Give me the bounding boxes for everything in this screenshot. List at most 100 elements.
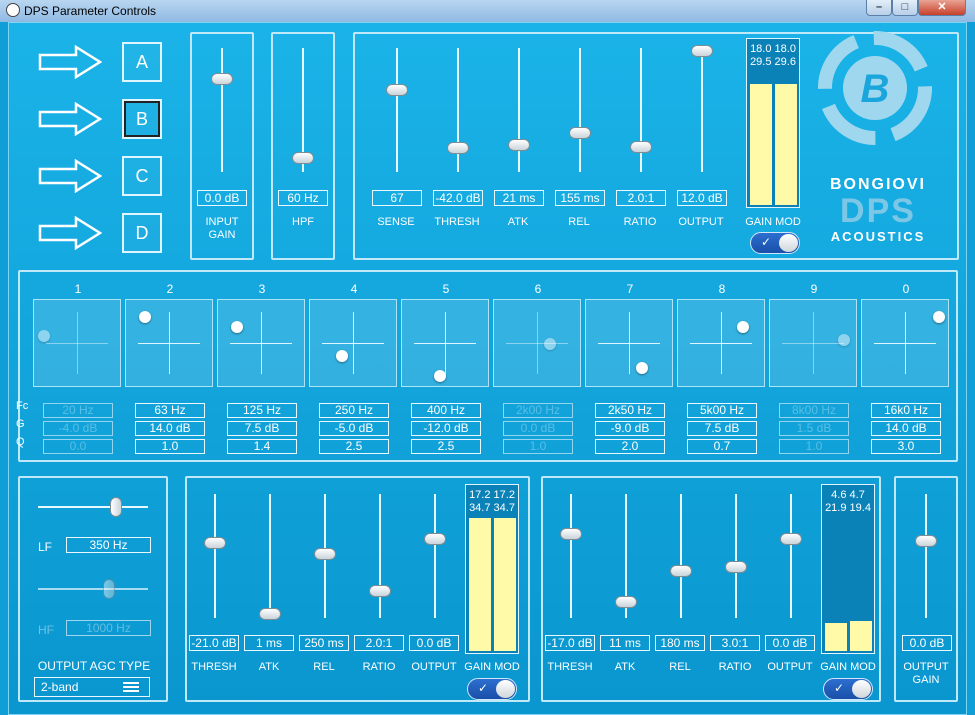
lfcomp-thresh-value[interactable]: -21.0 dB (189, 635, 239, 651)
hfcomp-ratio-slider-knob[interactable] (725, 561, 747, 573)
hpf-value[interactable]: 60 Hz (278, 190, 328, 206)
eq-band-xy-pad[interactable] (861, 299, 949, 387)
close-button[interactable]: ✕ (918, 0, 966, 16)
preset-b-button[interactable]: B (122, 99, 162, 139)
eq-band-gain[interactable]: 14.0 dB (135, 421, 205, 436)
thresh-slider-knob[interactable] (447, 142, 469, 154)
eq-band-fc[interactable]: 250 Hz (319, 403, 389, 418)
lfcomp-atk-value[interactable]: 1 ms (244, 635, 294, 651)
hfcomp-ratio-value[interactable]: 3.0:1 (710, 635, 760, 651)
eq-band-handle[interactable] (636, 362, 648, 374)
eq-band-gain[interactable]: 0.0 dB (503, 421, 573, 436)
eq-band-gain[interactable]: 14.0 dB (871, 421, 941, 436)
hfcomp-atk-slider-knob[interactable] (615, 596, 637, 608)
hfcomp-rel-slider-track[interactable] (680, 494, 682, 618)
eq-band-gain[interactable]: 7.5 dB (227, 421, 297, 436)
eq-band-gain[interactable]: -4.0 dB (43, 421, 113, 436)
hfcomp-output-slider-knob[interactable] (780, 533, 802, 545)
eq-band-handle[interactable] (231, 321, 243, 333)
lfcomp-atk-slider-knob[interactable] (259, 608, 281, 620)
eq-band-gain[interactable]: -12.0 dB (411, 421, 481, 436)
preset-a-button[interactable]: A (122, 42, 162, 82)
lf-crossover-value[interactable]: 350 Hz (66, 537, 151, 553)
input-gain-value[interactable]: 0.0 dB (197, 190, 247, 206)
eq-band-q[interactable]: 0.0 (43, 439, 113, 454)
eq-band-q[interactable]: 1.0 (503, 439, 573, 454)
eq-band-gain[interactable]: 1.5 dB (779, 421, 849, 436)
eq-band-xy-pad[interactable] (677, 299, 765, 387)
rel-slider-knob[interactable] (569, 127, 591, 139)
hf-gain-mod-toggle[interactable]: ✓ (823, 678, 873, 700)
input-gain-slider-knob[interactable] (211, 73, 233, 85)
maximize-button[interactable]: □ (892, 0, 918, 16)
gain-mod-toggle[interactable]: ✓ (750, 232, 800, 254)
eq-band-fc[interactable]: 2k50 Hz (595, 403, 665, 418)
atk-slider-track[interactable] (518, 48, 520, 172)
lf-crossover-slider-knob[interactable] (110, 497, 122, 517)
eq-band-handle[interactable] (933, 311, 945, 323)
eq-band-gain[interactable]: 7.5 dB (687, 421, 757, 436)
hf-crossover-value[interactable]: 1000 Hz (66, 620, 151, 636)
eq-band-handle[interactable] (38, 330, 50, 342)
lfcomp-ratio-slider-track[interactable] (379, 494, 381, 618)
output-gain-slider-track[interactable] (925, 494, 927, 618)
atk-slider-knob[interactable] (508, 139, 530, 151)
atk-value[interactable]: 21 ms (494, 190, 544, 206)
output-gain-value[interactable]: 0.0 dB (902, 635, 952, 651)
eq-band-fc[interactable]: 8k00 Hz (779, 403, 849, 418)
ratio-slider-knob[interactable] (630, 141, 652, 153)
sense-slider-track[interactable] (396, 48, 398, 172)
lfcomp-thresh-slider-track[interactable] (214, 494, 216, 618)
eq-band-handle[interactable] (336, 350, 348, 362)
eq-band-fc[interactable]: 5k00 Hz (687, 403, 757, 418)
eq-band-xy-pad[interactable] (769, 299, 857, 387)
output-gain-slider-knob[interactable] (915, 535, 937, 547)
lfcomp-rel-slider-knob[interactable] (314, 548, 336, 560)
eq-band-q[interactable]: 0.7 (687, 439, 757, 454)
preset-d-button[interactable]: D (122, 213, 162, 253)
eq-band-handle[interactable] (544, 338, 556, 350)
eq-band-q[interactable]: 2.0 (595, 439, 665, 454)
eq-band-xy-pad[interactable] (125, 299, 213, 387)
lfcomp-thresh-slider-knob[interactable] (204, 537, 226, 549)
eq-band-xy-pad[interactable] (309, 299, 397, 387)
eq-band-q[interactable]: 1.0 (135, 439, 205, 454)
eq-band-q[interactable]: 2.5 (319, 439, 389, 454)
hfcomp-thresh-slider-knob[interactable] (560, 528, 582, 540)
rel-value[interactable]: 155 ms (555, 190, 605, 206)
output-value[interactable]: 12.0 dB (677, 190, 727, 206)
eq-band-fc[interactable]: 125 Hz (227, 403, 297, 418)
hf-crossover-slider-track[interactable] (38, 588, 148, 590)
lfcomp-output-value[interactable]: 0.0 dB (409, 635, 459, 651)
eq-band-q[interactable]: 1.0 (779, 439, 849, 454)
eq-band-handle[interactable] (838, 334, 850, 346)
hfcomp-thresh-slider-track[interactable] (570, 494, 572, 618)
eq-band-fc[interactable]: 2k00 Hz (503, 403, 573, 418)
eq-band-fc[interactable]: 20 Hz (43, 403, 113, 418)
eq-band-xy-pad[interactable] (493, 299, 581, 387)
sense-slider-knob[interactable] (386, 84, 408, 96)
eq-band-q[interactable]: 1.4 (227, 439, 297, 454)
hfcomp-output-value[interactable]: 0.0 dB (765, 635, 815, 651)
output-agc-type-select[interactable]: 2-band (34, 677, 150, 697)
thresh-value[interactable]: -42.0 dB (433, 190, 483, 206)
minimize-button[interactable]: – (866, 0, 892, 16)
eq-band-handle[interactable] (737, 321, 749, 333)
hfcomp-thresh-value[interactable]: -17.0 dB (545, 635, 595, 651)
hfcomp-atk-value[interactable]: 11 ms (600, 635, 650, 651)
eq-band-xy-pad[interactable] (217, 299, 305, 387)
eq-band-gain[interactable]: -9.0 dB (595, 421, 665, 436)
hfcomp-rel-value[interactable]: 180 ms (655, 635, 705, 651)
eq-band-xy-pad[interactable] (585, 299, 673, 387)
eq-band-handle[interactable] (139, 311, 151, 323)
hpf-slider-knob[interactable] (292, 152, 314, 164)
ratio-value[interactable]: 2.0:1 (616, 190, 666, 206)
sense-value[interactable]: 67 (372, 190, 422, 206)
hf-crossover-slider-knob[interactable] (103, 579, 115, 599)
lfcomp-atk-slider-track[interactable] (269, 494, 271, 618)
lfcomp-ratio-slider-knob[interactable] (369, 585, 391, 597)
lfcomp-output-slider-track[interactable] (434, 494, 436, 618)
ratio-slider-track[interactable] (640, 48, 642, 172)
hfcomp-ratio-slider-track[interactable] (735, 494, 737, 618)
eq-band-fc[interactable]: 63 Hz (135, 403, 205, 418)
